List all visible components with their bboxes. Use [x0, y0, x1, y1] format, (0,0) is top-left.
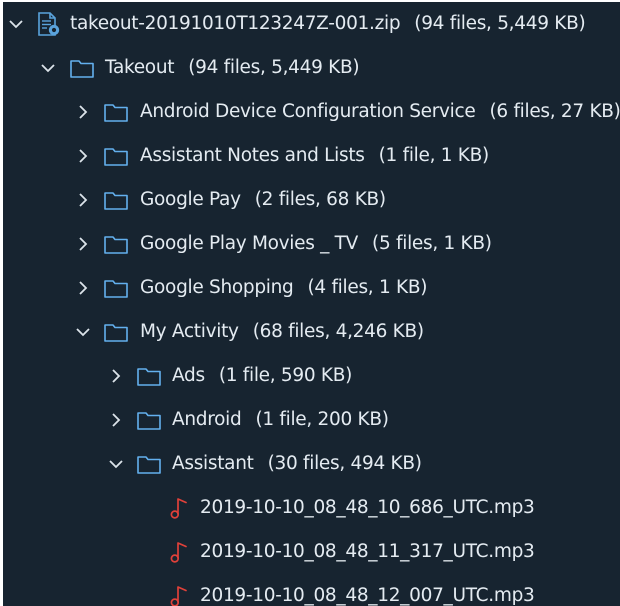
folder-icon [137, 368, 161, 386]
tree-row-zip-root[interactable]: takeout-20191010T123247Z-001.zip (94 file… [3, 2, 620, 46]
tree-row-my-activity[interactable]: My Activity (68 files, 4,246 KB) [3, 310, 620, 354]
tree-row-google-shopping[interactable]: Google Shopping (4 files, 1 KB) [3, 266, 620, 310]
tree-item-meta: (1 file, 200 KB) [255, 409, 389, 430]
chevron-right-icon[interactable] [73, 278, 93, 298]
tree-item-meta: (1 file, 590 KB) [218, 365, 353, 386]
tree-item-meta: (1 file, 1 KB) [378, 145, 490, 166]
tree-item-label: Android Device Configuration Service [140, 101, 476, 122]
chevron-right-icon[interactable] [73, 234, 93, 254]
tree-item-label: 2019-10-10_08_48_10_686_UTC.mp3 [200, 497, 535, 518]
chevron-right-icon[interactable] [106, 410, 126, 430]
tree-item-label: 2019-10-10_08_48_11_317_UTC.mp3 [200, 541, 535, 562]
tree-row-audio-file[interactable]: 2019-10-10_08_48_11_317_UTC.mp3 [3, 530, 620, 574]
tree-item-label: My Activity [140, 321, 239, 342]
tree-item-label: Ads [172, 365, 205, 386]
tree-row-takeout[interactable]: Takeout (94 files, 5,449 KB) [3, 46, 620, 90]
tree-item-meta: (94 files, 5,449 KB) [188, 57, 360, 78]
tree-row-audio-file[interactable]: 2019-10-10_08_48_10_686_UTC.mp3 [3, 486, 620, 530]
tree-row-android[interactable]: Android (1 file, 200 KB) [3, 398, 620, 442]
tree-item-meta: (2 files, 68 KB) [254, 189, 386, 210]
chevron-down-icon[interactable] [6, 14, 26, 34]
chevron-down-icon[interactable] [73, 322, 93, 342]
tree-item-meta: (4 files, 1 KB) [307, 277, 428, 298]
tree-item-label: takeout-20191010T123247Z-001.zip [70, 13, 401, 34]
tree-item-label: 2019-10-10_08_48_12_007_UTC.mp3 [200, 585, 535, 606]
tree-row-google-play-movies-tv[interactable]: Google Play Movies _ TV (5 files, 1 KB) [3, 222, 620, 266]
tree-row-ads[interactable]: Ads (1 file, 590 KB) [3, 354, 620, 398]
tree-item-meta: (6 files, 27 KB) [489, 101, 620, 122]
folder-icon [104, 104, 128, 122]
audio-file-icon [170, 542, 187, 563]
audio-file-icon [170, 498, 187, 519]
chevron-right-icon[interactable] [73, 102, 93, 122]
tree-row-audio-file[interactable]: 2019-10-10_08_48_12_007_UTC.mp3 [3, 574, 620, 606]
zip-archive-icon [38, 12, 60, 36]
folder-icon [137, 412, 161, 430]
tree-item-label: Google Shopping [140, 277, 294, 298]
chevron-right-icon[interactable] [106, 366, 126, 386]
chevron-down-icon[interactable] [106, 454, 126, 474]
tree-item-meta: (94 files, 5,449 KB) [414, 13, 586, 34]
tree-row-android-device-configuration-service[interactable]: Android Device Configuration Service (6 f… [3, 90, 620, 134]
tree-item-meta: (68 files, 4,246 KB) [252, 321, 424, 342]
folder-icon [104, 324, 128, 342]
tree-row-google-pay[interactable]: Google Pay (2 files, 68 KB) [3, 178, 620, 222]
folder-icon [104, 280, 128, 298]
chevron-right-icon[interactable] [73, 146, 93, 166]
tree-item-label: Google Play Movies _ TV [140, 233, 359, 254]
tree-item-meta: (5 files, 1 KB) [372, 233, 492, 254]
chevron-right-icon[interactable] [73, 190, 93, 210]
file-tree-panel: takeout-20191010T123247Z-001.zip (94 file… [3, 2, 620, 606]
tree-row-assistant-notes-and-lists[interactable]: Assistant Notes and Lists (1 file, 1 KB) [3, 134, 620, 178]
folder-icon [104, 148, 128, 166]
audio-file-icon [170, 586, 187, 606]
folder-icon [104, 236, 128, 254]
tree-item-label: Assistant Notes and Lists [140, 145, 365, 166]
folder-icon [104, 192, 128, 210]
tree-item-label: Google Pay [140, 189, 241, 210]
folder-icon [137, 456, 161, 474]
tree-item-label: Assistant [172, 453, 254, 474]
tree-item-label: Android [172, 409, 242, 430]
folder-icon [70, 60, 94, 78]
chevron-down-icon[interactable] [38, 58, 58, 78]
tree-row-assistant[interactable]: Assistant (30 files, 494 KB) [3, 442, 620, 486]
tree-item-meta: (30 files, 494 KB) [267, 453, 422, 474]
tree-item-label: Takeout [105, 57, 175, 78]
